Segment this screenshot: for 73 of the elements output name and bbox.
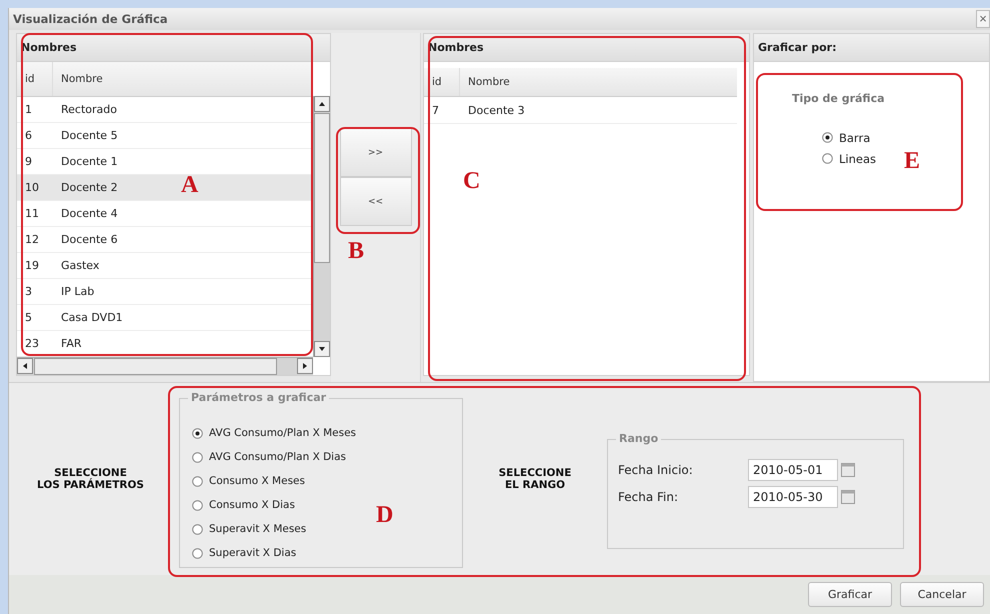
dialog-button[interactable]: Graficar (808, 582, 892, 607)
panel-title: Graficar por: (758, 41, 836, 54)
table-cell-text: 5 (24, 311, 33, 324)
section-label: SELECCIONE EL RANGO (498, 466, 572, 493)
group-label: Tipo de gráfica (792, 92, 886, 105)
vertical-scrollbar[interactable] (313, 96, 330, 357)
table-cell-text: 3 (24, 285, 33, 298)
table-cell-text: Docente 1 (60, 155, 118, 168)
radio-button[interactable] (192, 476, 203, 486)
dialog-button[interactable]: Cancelar (900, 582, 984, 607)
annotation-letter: A (181, 172, 198, 199)
table-cell-text: 11 (24, 207, 40, 220)
annotation-letter: C (463, 168, 480, 195)
radio-button[interactable] (822, 132, 833, 143)
table-cell-text: 9 (24, 155, 33, 168)
transfer-button[interactable]: >> (340, 128, 412, 177)
column-header[interactable]: Nombre (53, 62, 103, 96)
arrow-up-icon[interactable] (318, 100, 326, 108)
radio-label[interactable]: AVG Consumo/Plan X Dias (209, 451, 346, 463)
table-cell-text: 7 (431, 104, 440, 116)
table-cell-text: 19 (24, 259, 40, 272)
calendar-icon[interactable] (841, 462, 855, 476)
date-field[interactable]: 2010-05-30 (748, 486, 838, 508)
column-header[interactable]: id (17, 62, 53, 96)
group-legend: Rango (616, 432, 662, 445)
table-cell-text: FAR (60, 337, 82, 350)
table-cell-text: Docente 2 (60, 181, 118, 194)
radio-button[interactable] (192, 428, 203, 438)
window-title: Visualización de Gráfica (13, 12, 168, 26)
field-label: Fecha Inicio: (618, 462, 694, 476)
arrow-left-icon[interactable] (21, 362, 29, 370)
table-cell-text: IP Lab (60, 285, 94, 298)
calendar-icon[interactable] (841, 490, 855, 504)
radio-label[interactable]: Superavit X Dias (209, 547, 296, 559)
field-label: Fecha Fin: (618, 490, 680, 504)
table-cell-text: Rectorado (60, 103, 117, 116)
annotation-letter: D (376, 502, 394, 529)
table-cell-text: 23 (24, 337, 40, 350)
radio-label[interactable]: Lineas (839, 152, 876, 166)
radio-button[interactable] (822, 153, 833, 164)
arrow-down-icon[interactable] (318, 345, 326, 353)
radio-label[interactable]: Consumo X Dias (209, 499, 295, 511)
table-cell-text: Docente 6 (60, 233, 118, 246)
radio-button[interactable] (192, 500, 203, 510)
table-cell-text: 6 (24, 129, 33, 142)
radio-label[interactable]: Barra (839, 130, 870, 144)
annotation-letter: B (348, 238, 364, 265)
close-button[interactable]: × (976, 10, 990, 28)
section-label: SELECCIONE LOS PARÁMETROS (36, 466, 145, 493)
table-cell-text: 1 (24, 103, 33, 116)
transfer-button[interactable]: << (340, 177, 412, 226)
arrow-right-icon[interactable] (301, 362, 309, 370)
date-field[interactable]: 2010-05-01 (748, 458, 838, 480)
radio-label[interactable]: AVG Consumo/Plan X Meses (209, 427, 356, 439)
table-cell-text: Docente 3 (467, 104, 525, 116)
group-legend: Parámetros a graficar (188, 391, 330, 404)
horizontal-scrollbar[interactable] (17, 357, 313, 375)
radio-button[interactable] (192, 524, 203, 534)
radio-button[interactable] (192, 548, 203, 558)
panel-title: Nombres (428, 41, 484, 54)
panel-title: Nombres (21, 41, 77, 54)
table-cell-text: 12 (24, 233, 40, 246)
annotation-letter: E (904, 148, 920, 175)
radio-label[interactable]: Superavit X Meses (209, 523, 306, 535)
table-cell-text: Docente 5 (60, 129, 118, 142)
column-header[interactable]: Nombre (460, 68, 510, 96)
table-cell-text: Docente 4 (60, 207, 118, 220)
column-header[interactable]: id (424, 68, 460, 96)
table-cell-text: 10 (24, 181, 40, 194)
table-cell-text: Casa DVD1 (60, 311, 123, 324)
radio-label[interactable]: Consumo X Meses (209, 475, 305, 487)
radio-button[interactable] (192, 452, 203, 462)
table-cell-text: Gastex (60, 259, 100, 272)
